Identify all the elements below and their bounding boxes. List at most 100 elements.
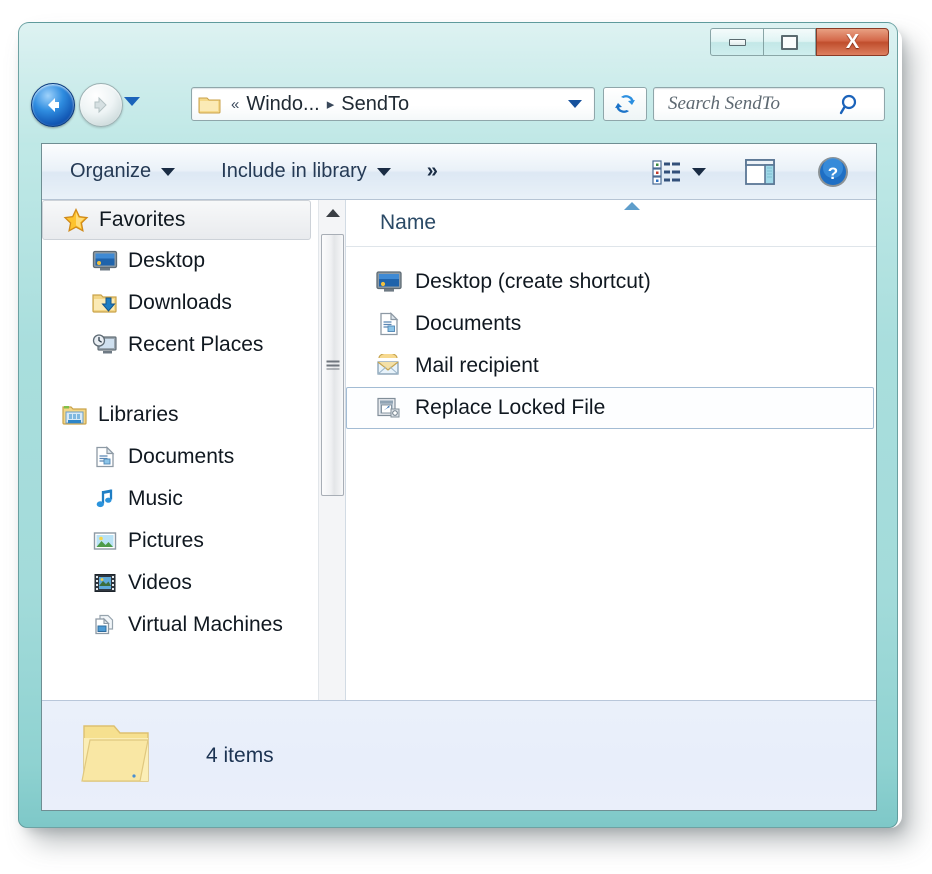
address-bar-row: « Windo... ▸ SendTo xyxy=(19,75,897,133)
sidebar-item-downloads[interactable]: Downloads xyxy=(42,282,317,324)
command-toolbar: Organize Include in library » ? xyxy=(42,144,876,200)
sidebar-group-favorites[interactable]: Favorites xyxy=(42,200,311,240)
minimize-button[interactable] xyxy=(710,28,763,56)
sidebar-item-label: Virtual Machines xyxy=(128,613,283,636)
help-icon: ? xyxy=(818,156,848,187)
sidebar-group-label: Libraries xyxy=(98,403,179,426)
sidebar-item-music[interactable]: Music xyxy=(42,478,317,520)
client-area: Organize Include in library » ? Favorite… xyxy=(41,143,877,811)
desktop-background: X « Windo... ▸ SendTo Search SendTo Orga… xyxy=(0,0,932,874)
list-item-label: Mail recipient xyxy=(415,354,539,377)
window-controls: X xyxy=(710,28,889,58)
search-box[interactable] xyxy=(653,87,885,121)
sidebar-item-label: Recent Places xyxy=(128,333,264,356)
list-item-label: Desktop (create shortcut) xyxy=(415,270,651,293)
change-view-button[interactable] xyxy=(640,153,718,191)
pictures-icon xyxy=(92,530,118,552)
maximize-button[interactable] xyxy=(763,28,816,56)
navigation-tree: Favorites Desktop Downloads Recent Place… xyxy=(42,200,317,756)
folder-icon xyxy=(198,95,221,114)
navigation-pane: Favorites Desktop Downloads Recent Place… xyxy=(42,200,346,756)
recent-places-icon xyxy=(92,334,118,356)
monitor-icon xyxy=(375,270,403,294)
virtual-machines-icon xyxy=(92,614,118,636)
back-button[interactable] xyxy=(31,83,75,127)
scroll-up-button[interactable] xyxy=(319,200,345,226)
toolbar-overflow-button[interactable]: » xyxy=(415,153,448,191)
history-dropdown-icon[interactable] xyxy=(124,97,140,106)
list-item[interactable]: Replace Locked File xyxy=(346,387,874,429)
mail-envelope-icon xyxy=(375,354,403,378)
sidebar-group-label: Favorites xyxy=(99,208,186,231)
toolbar-right-group: ? xyxy=(640,144,876,199)
close-icon: X xyxy=(845,31,860,53)
sidebar-item-pictures[interactable]: Pictures xyxy=(42,520,317,562)
chevron-down-icon xyxy=(376,167,391,176)
address-bar[interactable]: « Windo... ▸ SendTo xyxy=(191,87,595,121)
sidebar-item-label: Pictures xyxy=(128,529,204,552)
sidebar-item-documents[interactable]: Documents xyxy=(42,436,317,478)
breadcrumb-item-1[interactable]: SendTo xyxy=(339,93,411,116)
sort-ascending-icon xyxy=(624,202,640,210)
sidebar-item-virtual-machines[interactable]: Virtual Machines xyxy=(42,604,317,646)
monitor-icon xyxy=(92,250,118,272)
sidebar-item-videos[interactable]: Videos xyxy=(42,562,317,604)
search-input[interactable] xyxy=(666,92,838,116)
status-item-count: 4 items xyxy=(206,743,274,767)
breadcrumb-item-0[interactable]: Windo... xyxy=(244,93,321,116)
maximize-icon xyxy=(781,34,798,50)
double-chevron-right-icon: » xyxy=(426,160,438,182)
preview-pane-button[interactable] xyxy=(732,153,788,191)
organize-button[interactable]: Organize xyxy=(58,153,187,191)
refresh-button[interactable] xyxy=(603,87,647,121)
list-item[interactable]: Desktop (create shortcut) xyxy=(346,261,874,303)
back-arrow-icon xyxy=(48,98,59,112)
include-in-library-button[interactable]: Include in library xyxy=(209,153,403,191)
sidebar-item-label: Desktop xyxy=(128,249,206,272)
breadcrumb-overflow-chevron[interactable]: « xyxy=(226,96,244,113)
search-icon[interactable] xyxy=(838,92,864,116)
file-list-pane: Name Desktop (create shortcut) Documents… xyxy=(346,200,876,756)
document-icon xyxy=(375,312,403,336)
chevron-up-icon xyxy=(325,209,340,217)
forward-arrow-icon xyxy=(94,96,107,114)
scrollbar-grip xyxy=(326,360,339,370)
close-button[interactable]: X xyxy=(816,28,889,56)
star-icon xyxy=(63,207,89,233)
organize-label: Organize xyxy=(70,160,152,182)
sidebar-group-libraries[interactable]: Libraries xyxy=(42,394,317,436)
list-item-label: Replace Locked File xyxy=(415,396,606,419)
minimize-icon xyxy=(728,38,746,46)
include-in-library-label: Include in library xyxy=(221,160,367,182)
sidebar-item-label: Documents xyxy=(128,445,235,468)
sidebar-item-label: Videos xyxy=(128,571,192,594)
documents-library-icon xyxy=(92,446,118,468)
chevron-down-icon xyxy=(161,167,176,176)
refresh-icon xyxy=(615,95,635,113)
file-list: Desktop (create shortcut) Documents Mail… xyxy=(346,247,876,429)
breadcrumb-separator[interactable]: ▸ xyxy=(322,95,340,113)
column-header-row: Name xyxy=(346,200,876,247)
folder-icon xyxy=(76,718,156,794)
sidebar-item-desktop[interactable]: Desktop xyxy=(42,240,317,282)
help-button[interactable]: ? xyxy=(804,153,862,191)
preview-pane-icon xyxy=(745,158,775,185)
title-bar[interactable]: X xyxy=(19,23,897,75)
downloads-folder-icon xyxy=(92,292,118,314)
svg-text:?: ? xyxy=(828,164,838,183)
view-list-icon xyxy=(652,159,680,185)
forward-button[interactable] xyxy=(79,83,123,127)
explorer-window: X « Windo... ▸ SendTo Search SendTo Orga… xyxy=(18,22,898,828)
list-item[interactable]: Mail recipient xyxy=(346,345,874,387)
videos-film-icon xyxy=(92,572,118,594)
libraries-icon xyxy=(62,404,88,426)
sidebar-item-recent-places[interactable]: Recent Places xyxy=(42,324,317,366)
list-item[interactable]: Documents xyxy=(346,303,874,345)
sidebar-item-label: Music xyxy=(128,487,183,510)
navigation-pane-scrollbar[interactable] xyxy=(318,200,345,756)
shortcut-icon xyxy=(375,396,403,420)
column-header-name[interactable]: Name xyxy=(346,211,436,235)
scrollbar-thumb[interactable] xyxy=(321,234,344,496)
chevron-down-icon[interactable] xyxy=(568,100,582,108)
